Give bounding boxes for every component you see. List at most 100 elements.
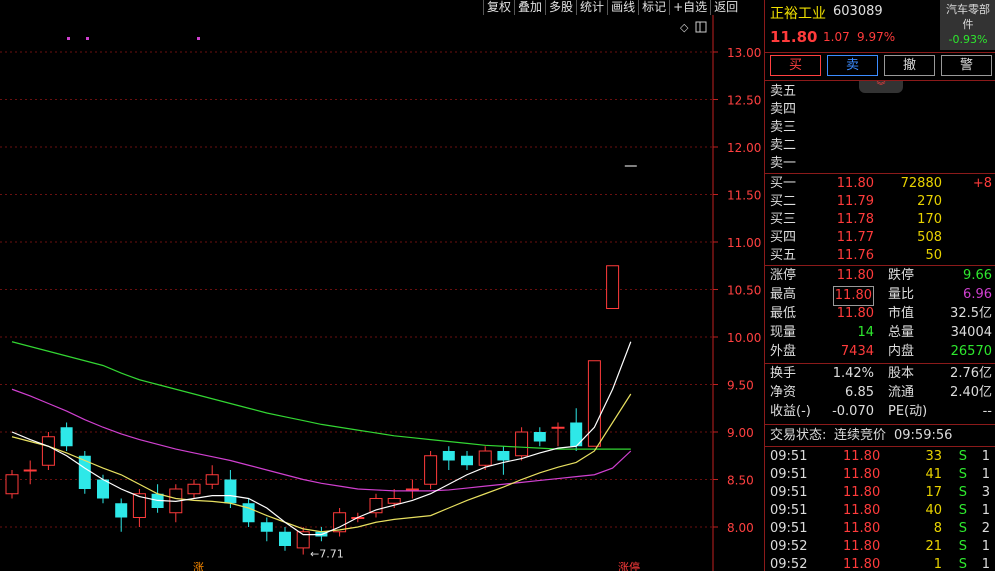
stat-label: 最高 (770, 287, 797, 302)
price-change: 1.07 (823, 30, 850, 44)
min-price-label: ←7.71 (310, 548, 344, 561)
ask-row: 卖五 (770, 83, 992, 101)
bid-row: 买五 11.76 50 (770, 247, 992, 265)
bid-label: 买一 (770, 176, 797, 191)
toolbar-button[interactable]: +自选 (669, 0, 710, 15)
candle-body (533, 432, 546, 442)
sell-button[interactable]: 卖 (827, 55, 878, 76)
tick-price: 11.80 (843, 557, 881, 571)
y-tick-label: 8.00 (727, 521, 754, 535)
tick-side: S (958, 557, 967, 571)
tick-time: 09:51 (770, 467, 808, 482)
stock-name[interactable]: 正裕工业 (770, 3, 826, 23)
candle-body (5, 474, 19, 495)
stat-row: 最高 11.80 量比 6.96 (770, 286, 992, 306)
stock-code: 603089 (833, 4, 883, 19)
stat-row: 收益(-) -0.070 PE(动) -- (770, 403, 992, 421)
bid-row: 买四 11.77 508 (770, 229, 992, 247)
stat-label: 现量 (770, 325, 797, 340)
toolbar-button[interactable]: 返回 (710, 0, 741, 15)
kline-svg[interactable]: 13.00 12.50 12.00 11.50 11.00 10.50 10.00 9.50 9… (0, 15, 763, 571)
stat-value: 1.42% (832, 366, 874, 381)
divider (765, 446, 995, 447)
bid-price: 11.77 (836, 230, 874, 245)
tick-count: 2 (981, 521, 990, 536)
bid-label: 买二 (770, 194, 797, 209)
signal-dot (86, 37, 89, 40)
tick-side: S (958, 467, 967, 482)
limit-up-mark: 涨 (193, 561, 204, 571)
diamond-icon: ◇ (680, 21, 689, 34)
candle-body (187, 483, 201, 495)
y-tick-label: 8.50 (727, 474, 754, 488)
toolbar-button[interactable]: 多股 (545, 0, 576, 15)
trade-buttons: 买 卖 撤 警 (770, 55, 992, 76)
stat-value: 34004 (950, 325, 992, 340)
industry-name-line2: 件 (962, 18, 974, 31)
stat-label: 涨停 (770, 268, 797, 283)
toolbar-button[interactable]: 画线 (607, 0, 638, 15)
candle-body (60, 427, 73, 447)
toolbar-button[interactable]: 标记 (638, 0, 669, 15)
tick-side: S (958, 521, 967, 536)
y-tick-label: 10.00 (727, 331, 761, 345)
industry-badge[interactable]: 汽车零部 件 -0.93% (940, 0, 995, 50)
bid-label: 买五 (770, 248, 797, 263)
tick-row: 09:51 11.80 33 S 1 (770, 448, 992, 466)
y-tick-label: 12.00 (727, 141, 761, 155)
stat-label: 收益(-) (770, 404, 811, 419)
tick-count: 1 (981, 539, 990, 554)
candle-body (587, 360, 601, 447)
toolbar-button[interactable]: 叠加 (514, 0, 545, 15)
stat-label: PE(动) (888, 404, 928, 419)
toolbar-button[interactable]: 统计 (576, 0, 607, 15)
candle-body (405, 488, 419, 491)
candle-body (424, 455, 438, 485)
tick-time: 09:51 (770, 503, 808, 518)
y-tick-label: 10.50 (727, 284, 761, 298)
tick-volume: 21 (925, 539, 942, 554)
tick-count: 1 (981, 557, 990, 571)
bid-price: 11.80 (836, 176, 874, 191)
bid-delta: +8 (972, 176, 992, 191)
toolbar-button[interactable]: 复权 (483, 0, 514, 15)
stat-label: 外盘 (770, 344, 797, 359)
stat-label: 最低 (770, 306, 797, 321)
chart-toolbar: 复权 叠加 多股 统计 画线 标记 +自选 返回 (483, 0, 763, 15)
stat-row: 涨停 11.80 跌停 9.66 (770, 267, 992, 285)
bid-volume: 170 (917, 212, 942, 227)
candle-body (478, 450, 492, 466)
tick-volume: 1 (933, 557, 942, 571)
candle-body (224, 479, 237, 504)
ask-row: 卖三 (770, 119, 992, 137)
buy-button[interactable]: 买 (770, 55, 821, 76)
tick-count: 3 (981, 485, 990, 500)
candle-body (551, 426, 565, 429)
signal-dot (197, 37, 200, 40)
tick-time: 09:51 (770, 521, 808, 536)
cancel-order-button[interactable]: 撤 (884, 55, 935, 76)
candle-body (442, 451, 455, 461)
kline-chart[interactable]: 13.00 12.50 12.00 11.50 11.00 10.50 10.00 9.50 9… (0, 15, 761, 571)
y-tick-label: 12.50 (727, 94, 761, 108)
divider (765, 424, 995, 425)
y-tick-label: 11.50 (727, 189, 761, 203)
candle-body (260, 522, 273, 532)
stat-value: 6.96 (963, 287, 992, 302)
bid-price: 11.79 (836, 194, 874, 209)
tick-side: S (958, 539, 967, 554)
tick-time: 09:51 (770, 485, 808, 500)
tick-volume: 40 (925, 503, 942, 518)
stat-label: 流通 (888, 385, 915, 400)
stat-value: 7434 (840, 344, 874, 359)
trade-status-time: 09:59:56 (894, 428, 953, 443)
ask-label: 卖四 (770, 102, 797, 117)
alert-button[interactable]: 警 (941, 55, 992, 76)
bid-price: 11.76 (836, 248, 874, 263)
tick-price: 11.80 (843, 485, 881, 500)
tick-row: 09:51 11.80 17 S 3 (770, 484, 992, 502)
divider (765, 52, 995, 53)
tick-volume: 8 (933, 521, 942, 536)
tick-side: S (958, 503, 967, 518)
y-tick-label: 9.00 (727, 426, 754, 440)
